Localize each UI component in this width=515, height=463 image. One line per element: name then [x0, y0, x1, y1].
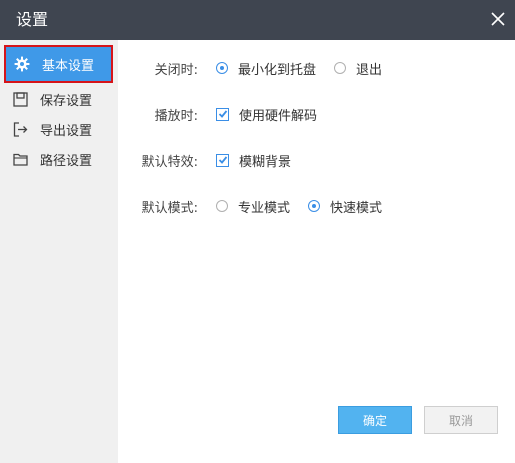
- default-mode-label: 默认模式:: [141, 200, 198, 216]
- default-mode-row: 默认模式: 专业模式 快速模式: [118, 195, 400, 217]
- radio-minimize-to-tray[interactable]: [216, 62, 228, 74]
- sidebar-item-label: 路径设置: [40, 153, 93, 169]
- close-behavior-label: 关闭时:: [154, 62, 198, 78]
- default-effect-label: 默认特效:: [141, 154, 198, 170]
- sidebar: 基本设置 保存设置 导出设置 路径设置: [0, 40, 118, 463]
- window-title: 设置: [16, 10, 49, 29]
- folder-icon: [12, 151, 28, 167]
- close-behavior-row: 关闭时: 最小化到托盘 退出: [118, 57, 400, 79]
- option-label: 使用硬件解码: [239, 108, 318, 124]
- option-label: 最小化到托盘: [238, 62, 317, 78]
- option-label: 模糊背景: [239, 154, 292, 170]
- sidebar-item-path-settings[interactable]: 路径设置: [0, 144, 118, 174]
- default-effect-row: 默认特效: 模糊背景: [118, 149, 309, 171]
- blur-background-option[interactable]: 模糊背景: [216, 151, 291, 170]
- option-label: 快速模式: [330, 200, 383, 216]
- sidebar-item-label: 导出设置: [40, 123, 93, 139]
- option-label: 退出: [356, 62, 383, 78]
- option-label: 专业模式: [238, 200, 291, 216]
- close-icon: [491, 12, 505, 26]
- close-minimize-option[interactable]: 最小化到托盘: [216, 59, 316, 78]
- sidebar-item-label: 保存设置: [40, 93, 93, 109]
- sidebar-item-label: 基本设置: [42, 58, 95, 74]
- playback-label: 播放时:: [154, 108, 198, 124]
- sidebar-item-save-settings[interactable]: 保存设置: [0, 84, 118, 114]
- export-icon: [12, 121, 28, 137]
- checkmark-icon: [218, 156, 227, 164]
- sidebar-item-export-settings[interactable]: 导出设置: [0, 114, 118, 144]
- hardware-decode-checkbox[interactable]: [216, 107, 229, 121]
- blur-background-checkbox[interactable]: [216, 153, 229, 167]
- playback-row: 播放时: 使用硬件解码: [118, 103, 335, 125]
- settings-panel: 关闭时: 最小化到托盘 退出 播放时: 使用硬件解码 默认特效: 模糊背景 默认…: [118, 40, 515, 463]
- save-icon: [12, 91, 28, 107]
- close-button[interactable]: [487, 8, 509, 30]
- hardware-decode-option[interactable]: 使用硬件解码: [216, 105, 317, 124]
- quick-mode-option[interactable]: 快速模式: [308, 197, 382, 216]
- sidebar-item-basic-settings[interactable]: 基本设置: [4, 45, 113, 83]
- checkmark-icon: [218, 110, 227, 118]
- radio-professional-mode[interactable]: [216, 200, 228, 212]
- radio-quick-mode[interactable]: [308, 200, 321, 212]
- professional-mode-option[interactable]: 专业模式: [216, 197, 290, 216]
- radio-exit[interactable]: [334, 62, 347, 74]
- cancel-button[interactable]: 取消: [424, 406, 498, 434]
- gear-icon: [14, 56, 30, 72]
- title-bar: 设置: [0, 0, 515, 40]
- close-exit-option[interactable]: 退出: [334, 59, 382, 78]
- ok-button[interactable]: 确定: [338, 406, 412, 434]
